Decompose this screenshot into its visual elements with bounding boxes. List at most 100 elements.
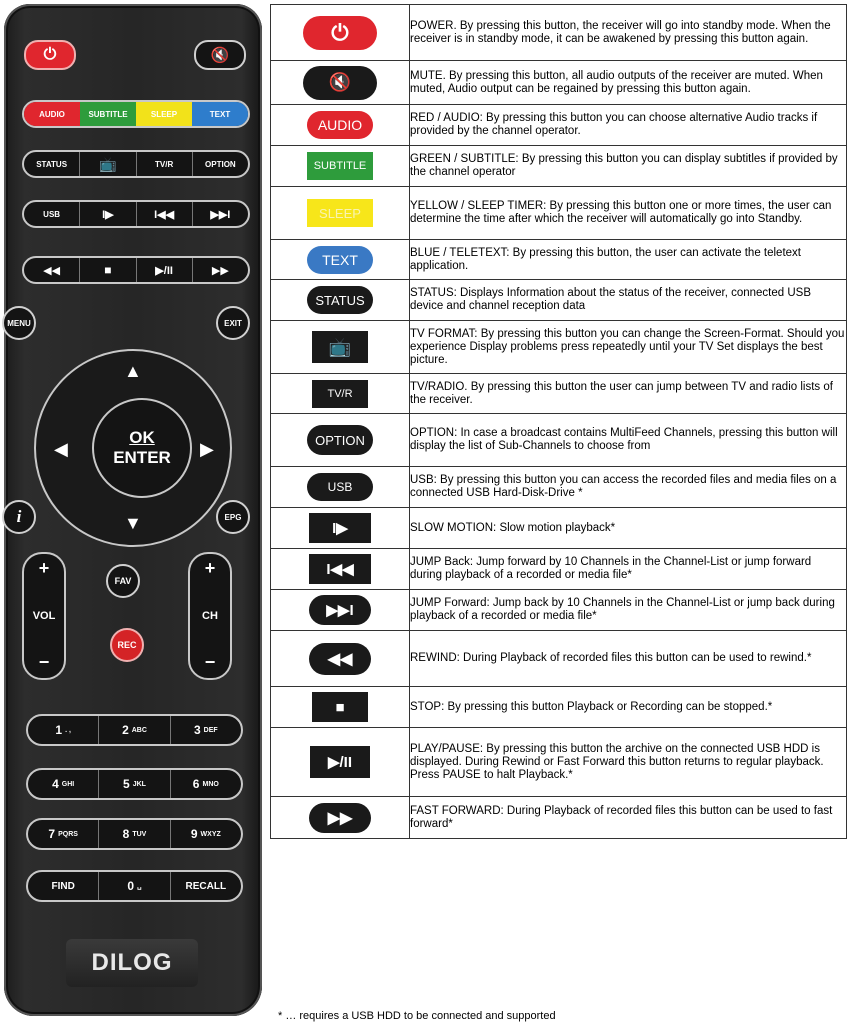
subtitle-icon: SUBTITLE bbox=[307, 152, 373, 180]
legend-row: ▶▶I JUMP Forward: Jump back by 10 Channel… bbox=[270, 589, 847, 631]
volume-plus: + bbox=[38, 558, 50, 578]
volume-minus: − bbox=[38, 652, 50, 672]
mute-button[interactable]: 🔇 bbox=[194, 40, 246, 70]
key-9[interactable]: 9 WXYZ bbox=[171, 820, 241, 848]
usb-key[interactable]: USB bbox=[24, 202, 81, 226]
rewind-key[interactable]: ◀◀ bbox=[24, 258, 81, 282]
legend-row: ◀◀ REWIND: During Playback of recorded fi… bbox=[270, 630, 847, 687]
text-key[interactable]: TEXT bbox=[192, 102, 248, 126]
legend-description: GREEN / SUBTITLE: By pressing this butto… bbox=[409, 145, 847, 187]
legend-icon-cell: ▶▶ bbox=[270, 796, 410, 839]
right-arrow-icon[interactable]: ▶ bbox=[200, 440, 214, 458]
info-button[interactable]: i bbox=[2, 500, 36, 534]
brand-logo: DILOG bbox=[66, 939, 198, 987]
key-5[interactable]: 5 JKL bbox=[99, 770, 171, 798]
audio-key[interactable]: AUDIO bbox=[24, 102, 80, 126]
legend-row: ▶/II PLAY/PAUSE: By pressing this button … bbox=[270, 727, 847, 797]
rewind-icon: ◀◀ bbox=[309, 642, 371, 675]
stop-key[interactable]: ■ bbox=[80, 258, 137, 282]
key-0[interactable]: 0 ␣ bbox=[99, 872, 171, 900]
key-2[interactable]: 2 ABC bbox=[99, 716, 171, 744]
tv-format-icon: 📺 bbox=[312, 331, 368, 363]
left-arrow-icon[interactable]: ◀ bbox=[54, 440, 68, 458]
legend-description: OPTION: In case a broadcast contains Mul… bbox=[409, 413, 847, 467]
legend-row: OPTION OPTION: In case a broadcast contai… bbox=[270, 413, 847, 467]
volume-rocker[interactable]: + VOL − bbox=[22, 552, 66, 680]
sleep-icon: SLEEP bbox=[307, 199, 373, 227]
legend-description: MUTE. By pressing this button, all audio… bbox=[409, 60, 847, 105]
subtitle-key[interactable]: SUBTITLE bbox=[80, 102, 136, 126]
slow-motion-icon: I▶ bbox=[309, 513, 371, 543]
legend-row: TEXT BLUE / TELETEXT: By pressing this bu… bbox=[270, 239, 847, 280]
channel-rocker[interactable]: + CH − bbox=[188, 552, 232, 680]
find-key[interactable]: FIND bbox=[28, 872, 100, 900]
play-pause-key[interactable]: ▶/II bbox=[137, 258, 193, 282]
menu-button[interactable]: MENU bbox=[2, 306, 36, 340]
power-button[interactable]: ⏻ bbox=[24, 40, 76, 70]
legend-icon-cell: ⏻ bbox=[270, 4, 410, 61]
legend-description: STATUS: Displays Information about the s… bbox=[409, 279, 847, 321]
up-arrow-icon[interactable]: ▲ bbox=[124, 362, 142, 380]
fast-forward-key[interactable]: ▶▶ bbox=[193, 258, 248, 282]
color-keys-bar: AUDIO SUBTITLE SLEEP TEXT bbox=[22, 100, 250, 128]
legend-icon-cell: ▶▶I bbox=[270, 589, 410, 631]
fav-button[interactable]: FAV bbox=[106, 564, 140, 598]
slow-motion-key[interactable]: I▶ bbox=[80, 202, 137, 226]
status-icon: STATUS bbox=[307, 286, 373, 314]
key-1[interactable]: 1. , bbox=[28, 716, 100, 744]
key-8[interactable]: 8 TUV bbox=[99, 820, 171, 848]
legend-description: PLAY/PAUSE: By pressing this button the … bbox=[409, 727, 847, 797]
legend-description: USB: By pressing this button you can acc… bbox=[409, 466, 847, 508]
option-key[interactable]: OPTION bbox=[193, 152, 248, 176]
recall-key[interactable]: RECALL bbox=[171, 872, 241, 900]
legend-row: ⏻ POWER. By pressing this button, the rec… bbox=[270, 4, 847, 61]
legend-icon-cell: I▶ bbox=[270, 507, 410, 549]
jump-back-icon: I◀◀ bbox=[309, 554, 371, 584]
sleep-key[interactable]: SLEEP bbox=[136, 102, 192, 126]
legend-description: TV FORMAT: By pressing this button you c… bbox=[409, 320, 847, 374]
legend-description: FAST FORWARD: During Playback of recorde… bbox=[409, 796, 847, 839]
usb-icon: USB bbox=[307, 473, 373, 501]
jump-back-key[interactable]: I◀◀ bbox=[137, 202, 193, 226]
power-icon: ⏻ bbox=[303, 15, 377, 50]
legend-description: STOP: By pressing this button Playback o… bbox=[409, 686, 847, 728]
playback-row: ◀◀ ■ ▶/II ▶▶ bbox=[22, 256, 250, 284]
tv-format-key[interactable]: 📺 bbox=[80, 152, 137, 176]
enter-label: ENTER bbox=[113, 448, 171, 467]
legend-description: JUMP Forward: Jump back by 10 Channels i… bbox=[409, 589, 847, 631]
legend-description: YELLOW / SLEEP TIMER: By pressing this b… bbox=[409, 186, 847, 240]
number-row-1: 1. , 2 ABC 3 DEF bbox=[26, 714, 243, 746]
jump-forward-key[interactable]: ▶▶I bbox=[193, 202, 248, 226]
remote-control: ⏻ 🔇 AUDIO SUBTITLE SLEEP TEXT STATUS 📺 T… bbox=[2, 4, 262, 1016]
jump-forward-icon: ▶▶I bbox=[309, 595, 371, 625]
channel-plus: + bbox=[204, 558, 216, 578]
button-legend-table: ⏻ POWER. By pressing this button, the rec… bbox=[270, 4, 847, 839]
legend-icon-cell: ■ bbox=[270, 686, 410, 728]
play-pause-icon: ▶/II bbox=[310, 746, 370, 778]
audio-icon: AUDIO bbox=[307, 111, 373, 139]
key-7[interactable]: 7 PQRS bbox=[28, 820, 100, 848]
down-arrow-icon[interactable]: ▼ bbox=[124, 514, 142, 532]
exit-button[interactable]: EXIT bbox=[216, 306, 250, 340]
ok-enter-button[interactable]: OK ENTER bbox=[92, 398, 192, 498]
rec-button[interactable]: REC bbox=[110, 628, 144, 662]
epg-button[interactable]: EPG bbox=[216, 500, 250, 534]
number-row-3: 7 PQRS 8 TUV 9 WXYZ bbox=[26, 818, 243, 850]
legend-icon-cell: 📺 bbox=[270, 320, 410, 374]
status-key[interactable]: STATUS bbox=[24, 152, 81, 176]
status-row: STATUS 📺 TV/R OPTION bbox=[22, 150, 250, 178]
legend-description: JUMP Back: Jump forward by 10 Channels i… bbox=[409, 548, 847, 590]
key-4[interactable]: 4 GHI bbox=[28, 770, 100, 798]
legend-icon-cell: TV/R bbox=[270, 373, 410, 414]
tvr-key[interactable]: TV/R bbox=[137, 152, 193, 176]
volume-label: VOL bbox=[32, 610, 56, 622]
ok-label: OK bbox=[129, 428, 155, 447]
legend-icon-cell: ◀◀ bbox=[270, 630, 410, 687]
legend-description: TV/RADIO. By pressing this button the us… bbox=[409, 373, 847, 414]
legend-row: I▶ SLOW MOTION: Slow motion playback* bbox=[270, 507, 847, 549]
legend-icon-cell: I◀◀ bbox=[270, 548, 410, 590]
legend-description: POWER. By pressing this button, the rece… bbox=[409, 4, 847, 61]
key-6[interactable]: 6 MNO bbox=[171, 770, 241, 798]
key-3[interactable]: 3 DEF bbox=[171, 716, 241, 744]
legend-description: REWIND: During Playback of recorded file… bbox=[409, 630, 847, 687]
